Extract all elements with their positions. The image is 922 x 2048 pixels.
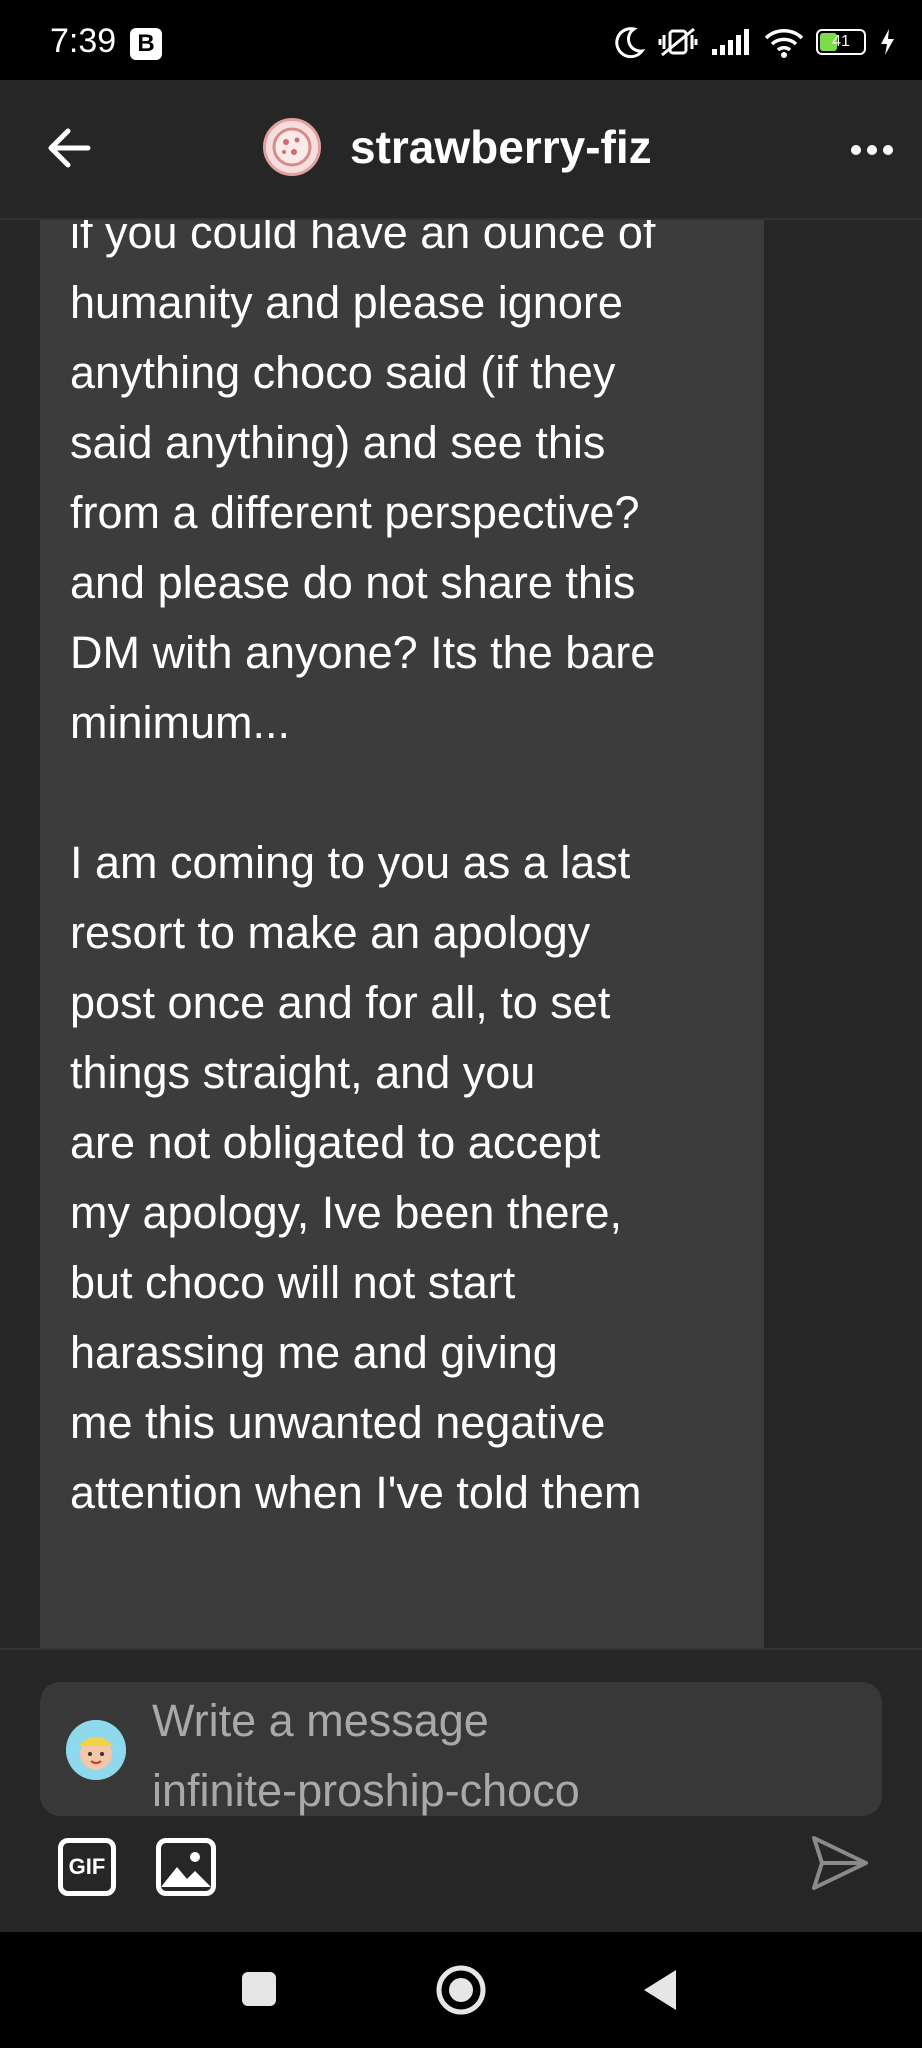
system-nav-bar [0,1932,922,2048]
placeholder-line-1: Write a message [152,1695,489,1746]
gif-button[interactable]: GIF [58,1838,116,1896]
system-back-button[interactable] [642,1968,678,2012]
conversation-header: strawberry-fiz [0,80,922,220]
send-icon[interactable] [806,1830,872,1896]
battery-icon: 41 [816,29,866,55]
signal-icon [712,29,749,55]
image-button[interactable] [156,1838,216,1896]
more-options-icon[interactable] [842,130,902,170]
message-bubble: if you could have an ounce of humanity a… [40,220,764,1648]
placeholder-line-2: infinite-proship-choco [152,1765,580,1816]
recipient-avatar[interactable] [263,118,321,176]
wifi-icon [764,29,804,58]
moon-icon [615,27,646,59]
message-composer: Write a message infinite-proship-choco G… [0,1648,922,1934]
charging-icon [881,29,894,55]
vibrate-off-icon [658,27,698,57]
home-button[interactable] [435,1964,487,2016]
message-input[interactable]: Write a message infinite-proship-choco [40,1682,882,1816]
status-time: 7:39 [50,22,117,60]
image-icon [161,1852,211,1887]
message-text: if you could have an ounce of humanity a… [70,220,656,1518]
message-placeholder: Write a message infinite-proship-choco [152,1686,852,1826]
recipient-name[interactable]: strawberry-fiz [350,120,652,174]
back-arrow-icon[interactable] [40,118,100,178]
status-bar: 7:39 B 41 [0,0,922,80]
status-icons: 41 [612,22,896,62]
sender-avatar [66,1720,126,1780]
message-list[interactable]: if you could have an ounce of humanity a… [0,220,922,1648]
recent-apps-button[interactable] [242,1972,276,2006]
battery-percent: 41 [832,33,850,50]
notification-badge: B [130,28,162,60]
